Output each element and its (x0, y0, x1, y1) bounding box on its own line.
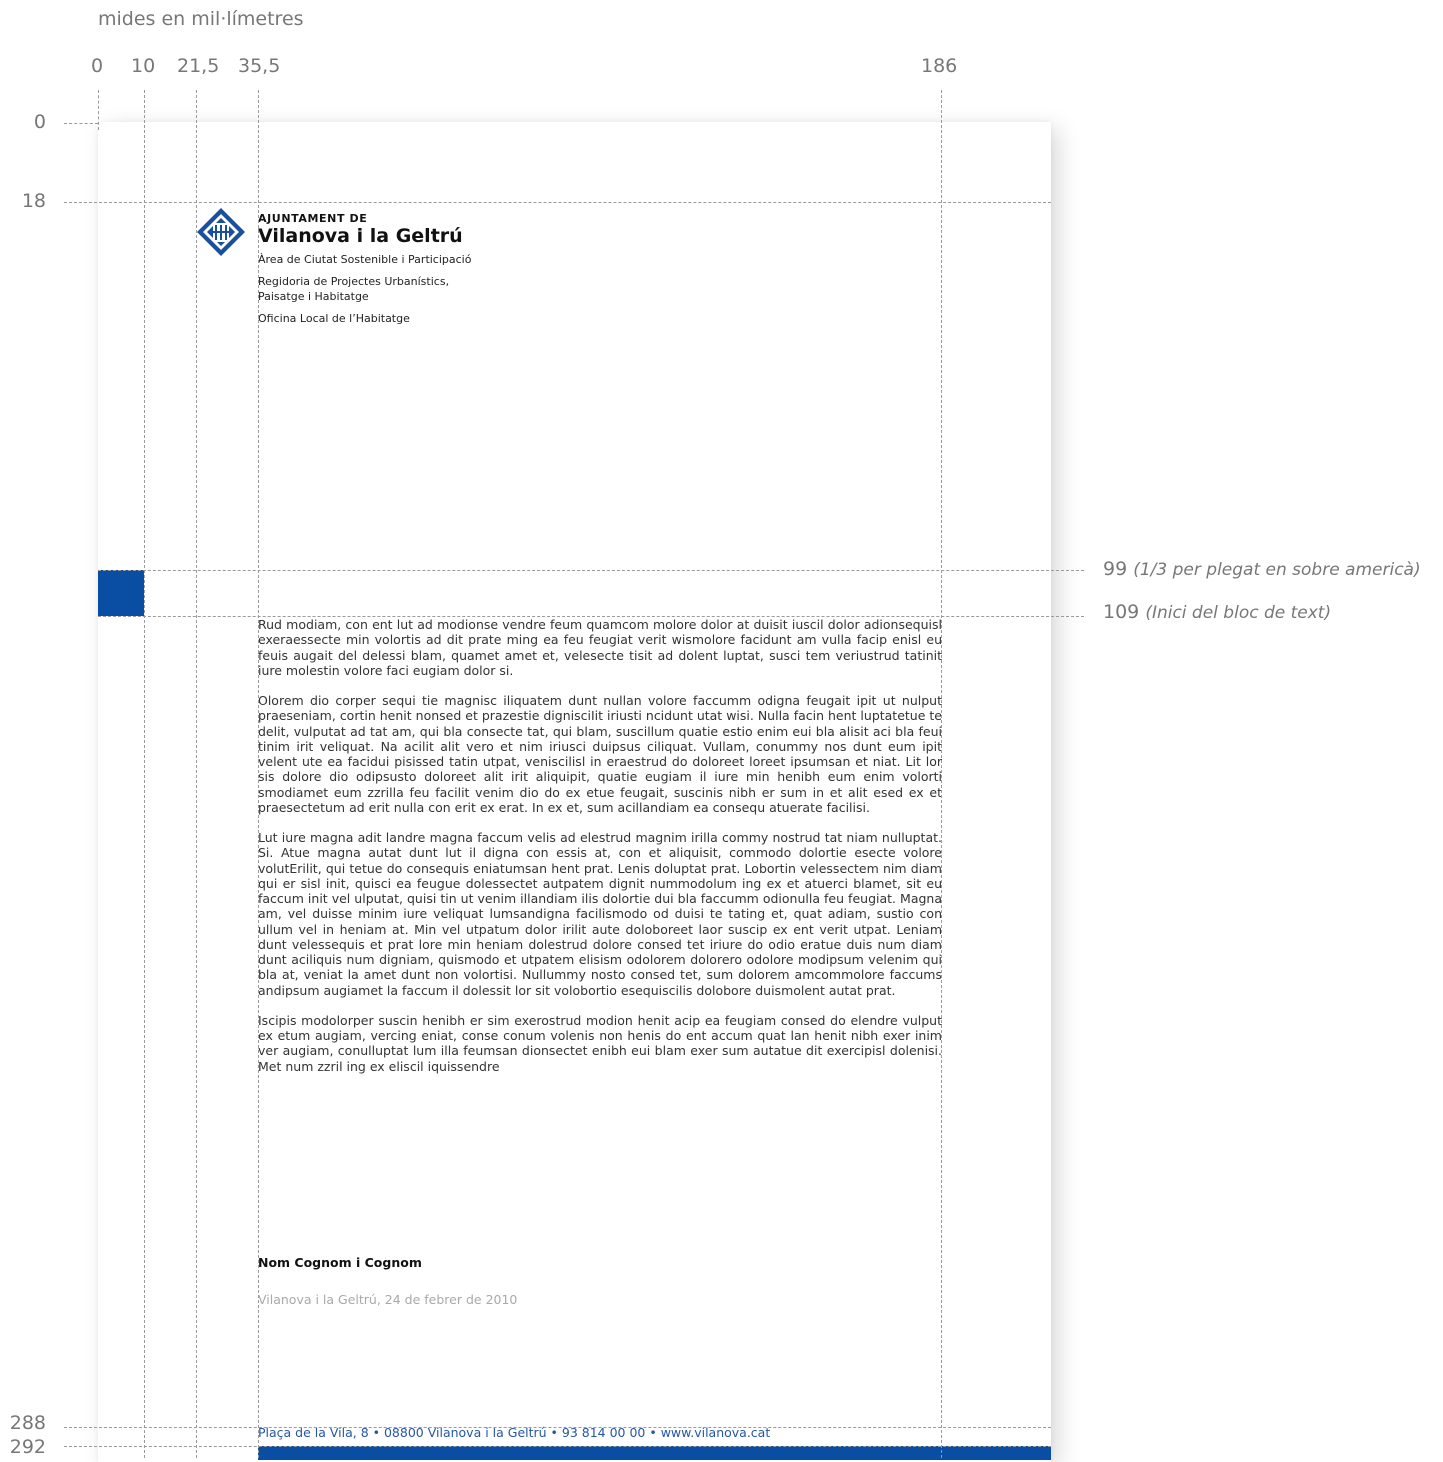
signature-name: Nom Cognom i Cognom (258, 1255, 422, 1270)
y-mark-288: 288 (9, 1412, 46, 1434)
body-paragraph: Iscipis modolorper suscin henibh er sim … (258, 1012, 942, 1074)
units-caption: mides en mil·límetres (98, 8, 304, 30)
guide-x-10 (144, 90, 145, 1458)
guide-y-288 (64, 1427, 1051, 1428)
annotation-text-start: 109 (Inici del bloc de text) (1103, 601, 1331, 623)
signature-place-date: Vilanova i la Geltrú, 24 de febrer de 20… (258, 1292, 518, 1307)
dept-line-oficina: Oficina Local de l’Habitatge (258, 312, 410, 325)
x-mark-21-5: 21,5 (177, 55, 220, 77)
x-mark-186: 186 (921, 55, 958, 77)
annotation-text-start-value: 109 (1103, 601, 1140, 623)
body-paragraph: Olorem dio corper sequi tie magnisc iliq… (258, 693, 942, 815)
guide-x-21-5 (196, 90, 197, 1458)
guide-x-35-5 (258, 90, 259, 1458)
guide-x-186 (941, 90, 942, 1458)
body-paragraph: Lut iure magna adit landre magna faccum … (258, 830, 942, 998)
annotation-fold-note: (1/3 per plegat en sobre americà) (1133, 560, 1421, 580)
annotation-text-start-note: (Inici del bloc de text) (1145, 603, 1332, 623)
guide-y-99 (98, 570, 1084, 571)
fold-mark (98, 570, 144, 616)
y-mark-18: 18 (21, 190, 46, 212)
guide-y-18 (64, 202, 1051, 203)
body-paragraph: Rud modiam, con ent lut ad modionse vend… (258, 617, 942, 678)
guide-x-0 (98, 90, 99, 130)
dept-line-paisatge: Paisatge i Habitatge (258, 290, 369, 303)
dept-line-area: Àrea de Ciutat Sostenible i Participació (258, 253, 472, 266)
dept-line-regidoria: Regidoria de Projectes Urbanístics, (258, 275, 450, 288)
y-mark-292: 292 (9, 1436, 46, 1458)
annotation-fold: 99 (1/3 per plegat en sobre americà) (1103, 558, 1421, 580)
org-prefix: AJUNTAMENT DE (258, 212, 368, 225)
guide-y-109 (98, 616, 1084, 617)
y-mark-0: 0 (33, 111, 46, 133)
guide-y-0 (64, 123, 98, 124)
city-emblem-icon (197, 208, 245, 256)
letter-body: Rud modiam, con ent lut ad modionse vend… (258, 617, 942, 1089)
annotation-fold-value: 99 (1103, 558, 1128, 580)
x-mark-0: 0 (91, 55, 104, 77)
org-name: Vilanova i la Geltrú (258, 225, 463, 247)
x-mark-35-5: 35,5 (238, 55, 281, 77)
guide-y-292 (64, 1446, 1051, 1447)
x-mark-10: 10 (131, 55, 156, 77)
